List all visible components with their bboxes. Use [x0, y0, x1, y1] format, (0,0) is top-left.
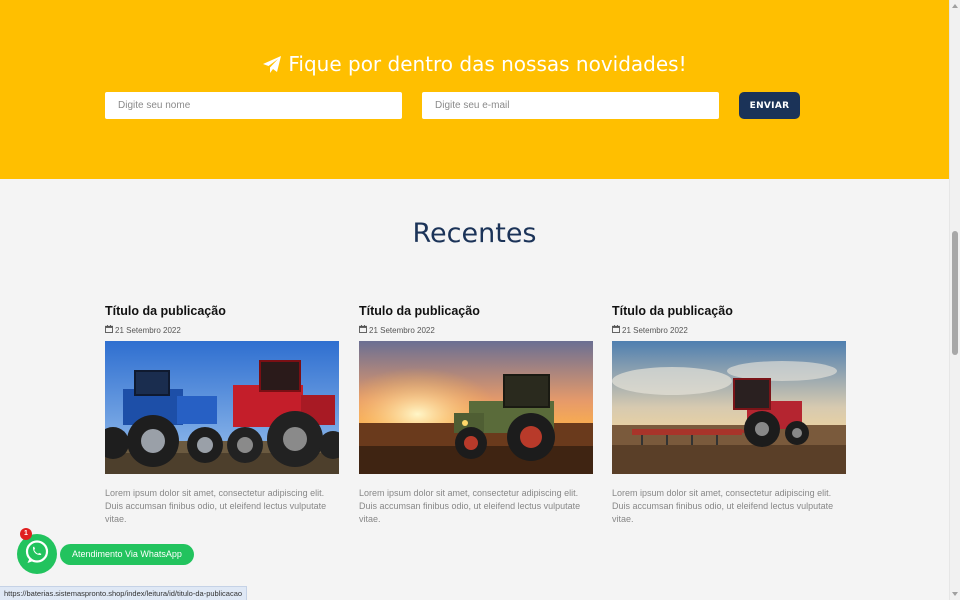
newsletter-title: Fique por dentro das nossas novidades!	[0, 52, 949, 79]
post-card[interactable]: Título da publicação 21 Setembro 2022 Lo…	[105, 304, 339, 526]
post-date-text: 21 Setembro 2022	[369, 325, 435, 335]
paper-plane-icon	[262, 55, 282, 79]
post-date: 21 Setembro 2022	[105, 324, 339, 336]
calendar-icon	[612, 325, 620, 335]
page: Fique por dentro das nossas novidades! E…	[0, 0, 949, 600]
calendar-icon	[359, 325, 367, 335]
scrollbar-thumb[interactable]	[952, 231, 958, 355]
whatsapp-label[interactable]: Atendimento Via WhatsApp	[60, 544, 194, 565]
whatsapp-icon	[23, 538, 51, 571]
post-image-sunset[interactable]	[359, 341, 593, 474]
post-date: 21 Setembro 2022	[612, 324, 846, 336]
post-date-text: 21 Setembro 2022	[115, 325, 181, 335]
whatsapp-button[interactable]	[17, 534, 57, 574]
scroll-down-arrow[interactable]	[952, 592, 958, 596]
post-excerpt: Lorem ipsum dolor sit amet, consectetur …	[359, 488, 581, 524]
recent-heading: Recentes	[412, 218, 537, 249]
newsletter-title-text: Fique por dentro das nossas novidades!	[288, 52, 687, 76]
scrollbar[interactable]	[949, 0, 960, 600]
status-bar-url: https://baterias.sistemaspronto.shop/ind…	[0, 586, 248, 600]
post-image-plowing[interactable]	[612, 341, 846, 474]
post-card[interactable]: Título da publicação 21 Setembro 2022 Lo…	[612, 304, 846, 526]
post-date-text: 21 Setembro 2022	[622, 325, 688, 335]
post-title[interactable]: Título da publicação	[105, 304, 339, 321]
post-excerpt: Lorem ipsum dolor sit amet, consectetur …	[105, 488, 327, 524]
email-input[interactable]	[422, 92, 719, 119]
post-card[interactable]: Título da publicação 21 Setembro 2022 Lo…	[359, 304, 593, 526]
scroll-up-arrow[interactable]	[952, 4, 958, 8]
notification-badge: 1	[20, 528, 32, 540]
post-excerpt: Lorem ipsum dolor sit amet, consectetur …	[612, 488, 834, 524]
name-input[interactable]	[105, 92, 402, 119]
calendar-icon	[105, 325, 113, 335]
post-title[interactable]: Título da publicação	[359, 304, 593, 321]
submit-button[interactable]: ENVIAR	[739, 92, 800, 119]
post-date: 21 Setembro 2022	[359, 324, 593, 336]
post-title[interactable]: Título da publicação	[612, 304, 846, 321]
newsletter-section: Fique por dentro das nossas novidades! E…	[0, 0, 949, 179]
post-image-tractors[interactable]	[105, 341, 339, 474]
